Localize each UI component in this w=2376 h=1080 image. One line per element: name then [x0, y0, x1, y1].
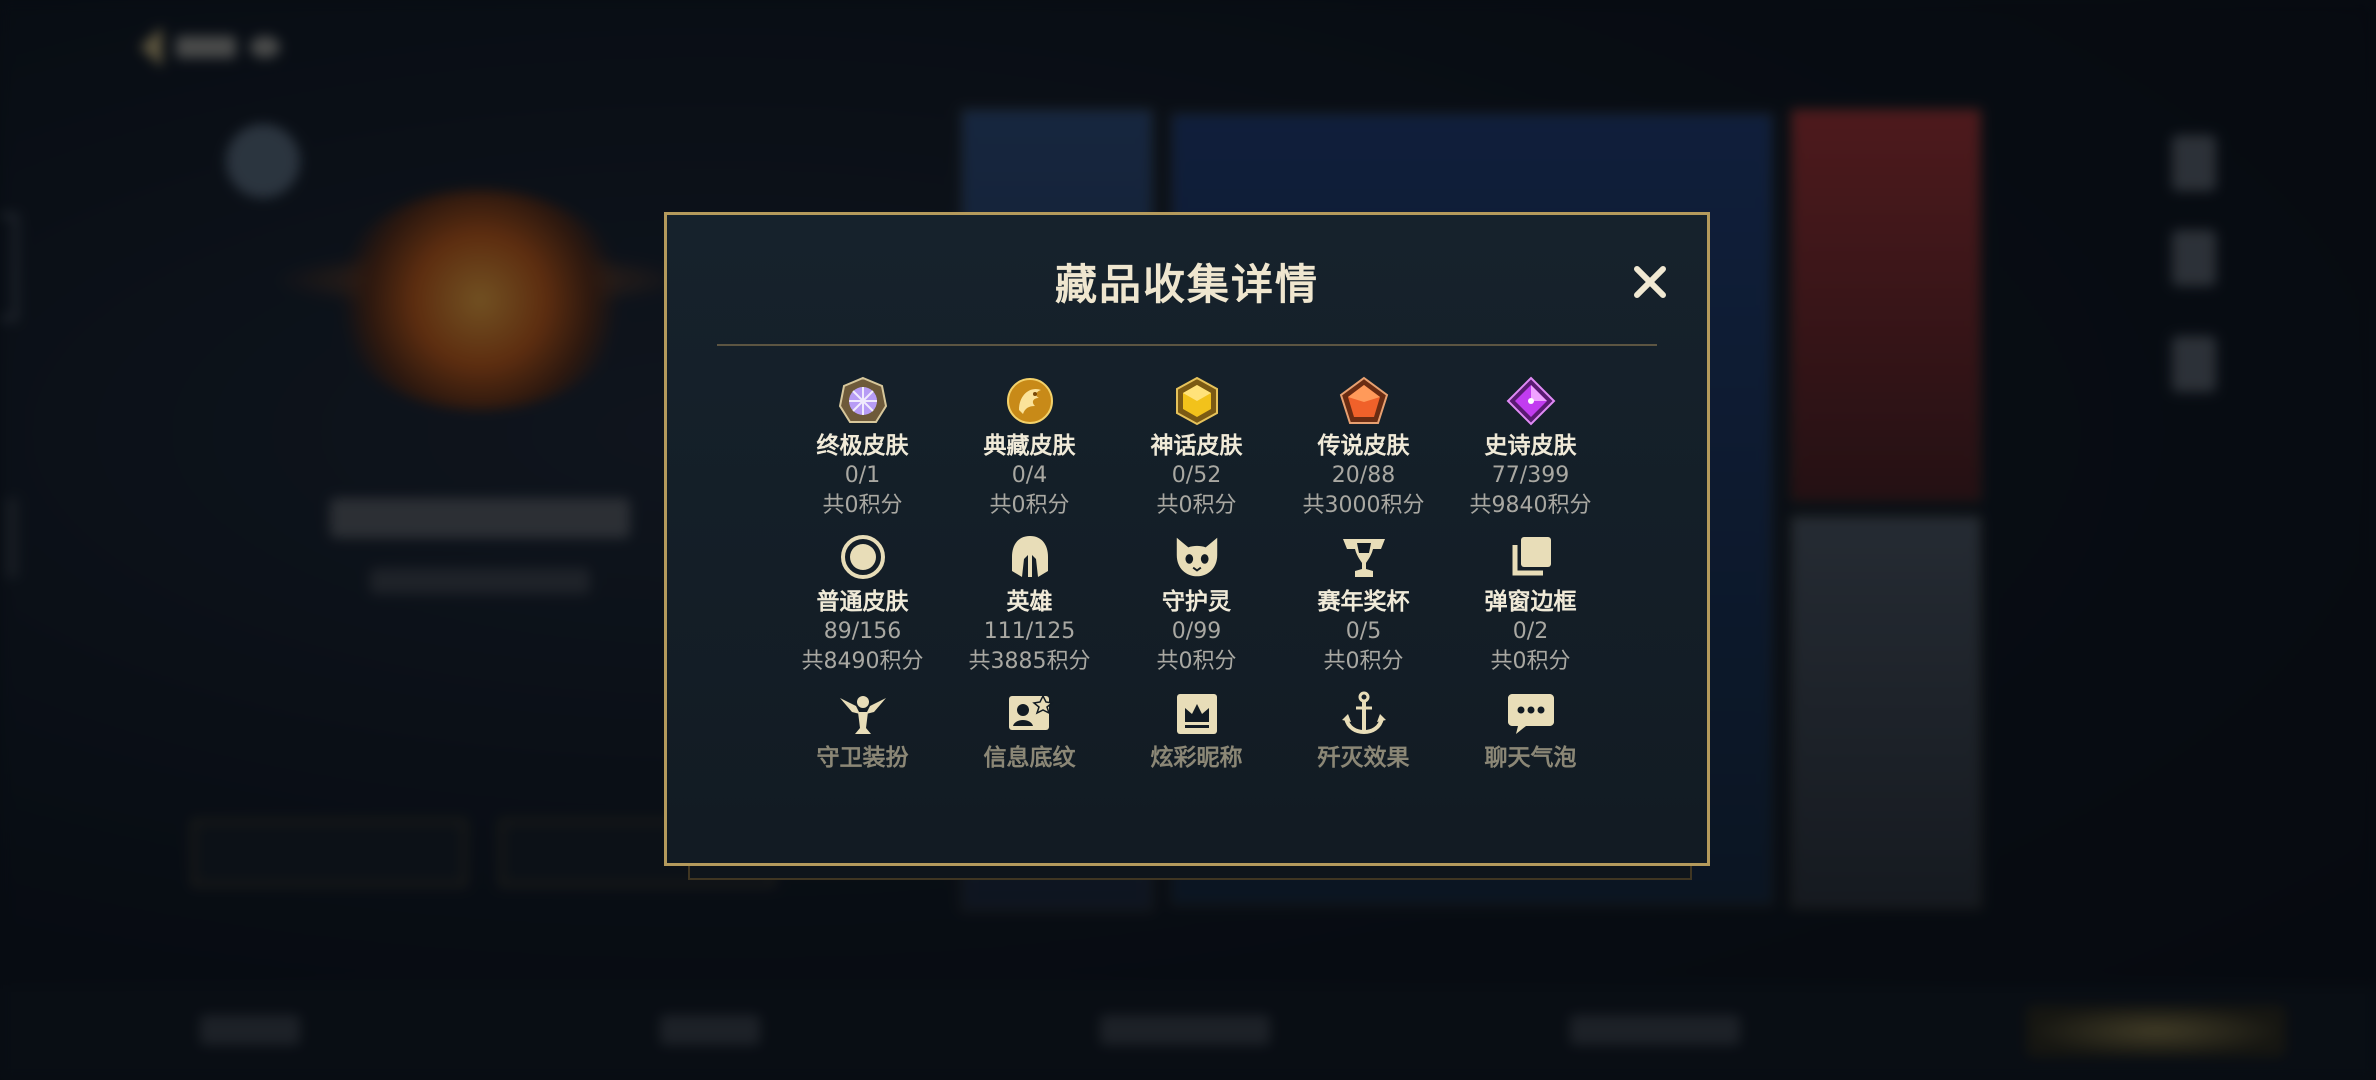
epic-skin-gem-icon [1505, 375, 1557, 427]
collection-item-ward-skin[interactable]: 守卫装扮 [779, 687, 946, 773]
collection-item-legendary-skin[interactable]: 传说皮肤 20/88 共3000积分 [1280, 375, 1447, 521]
collection-item-season-trophy[interactable]: 赛年奖杯 0/5 共0积分 [1280, 531, 1447, 677]
guardian-spirit-icon [1171, 531, 1223, 583]
collection-item-ultimate-skin[interactable]: 终极皮肤 0/1 共0积分 [779, 375, 946, 521]
collection-item-chat-bubble[interactable]: 聊天气泡 [1447, 687, 1614, 773]
ward-skin-icon [837, 687, 889, 739]
colorful-nickname-crown-icon [1171, 687, 1223, 739]
collection-item-popup-frame[interactable]: 弹窗边框 0/2 共0积分 [1447, 531, 1614, 677]
collection-item-guardian-spirit[interactable]: 守护灵 0/99 共0积分 [1113, 531, 1280, 677]
prestige-skin-dragon-icon [1004, 375, 1056, 427]
normal-skin-ring-icon [837, 531, 889, 583]
title-divider [717, 344, 1657, 346]
chat-bubble-icon [1505, 687, 1557, 739]
collection-item-ace-effect[interactable]: 歼灭效果 [1280, 687, 1447, 773]
collection-details-modal: 藏品收集详情 终极皮肤 0/1 共0积分 典藏皮肤 0/4 共0积分 神话皮肤 … [664, 212, 1710, 866]
ace-effect-anchor-icon [1338, 687, 1390, 739]
legendary-skin-gem-icon [1338, 375, 1390, 427]
collection-grid: 终极皮肤 0/1 共0积分 典藏皮肤 0/4 共0积分 神话皮肤 0/52 共0… [779, 375, 1615, 773]
popup-frame-icon [1505, 531, 1557, 583]
collection-item-colorful-nickname[interactable]: 炫彩昵称 [1113, 687, 1280, 773]
profile-card-icon [1004, 687, 1056, 739]
close-button[interactable] [1623, 255, 1677, 309]
mythic-skin-gem-icon [1171, 375, 1223, 427]
close-icon [1634, 266, 1666, 298]
collection-item-champion[interactable]: 英雄 111/125 共3885积分 [946, 531, 1113, 677]
collection-item-mythic-skin[interactable]: 神话皮肤 0/52 共0积分 [1113, 375, 1280, 521]
collection-item-prestige-skin[interactable]: 典藏皮肤 0/4 共0积分 [946, 375, 1113, 521]
collection-item-epic-skin[interactable]: 史诗皮肤 77/399 共9840积分 [1447, 375, 1614, 521]
modal-title: 藏品收集详情 [1054, 260, 1319, 309]
collection-item-normal-skin[interactable]: 普通皮肤 89/156 共8490积分 [779, 531, 946, 677]
champion-helmet-icon [1004, 531, 1056, 583]
collection-item-profile-card[interactable]: 信息底纹 [946, 687, 1113, 773]
season-trophy-icon [1338, 531, 1390, 583]
ultimate-skin-gem-icon [837, 375, 889, 427]
